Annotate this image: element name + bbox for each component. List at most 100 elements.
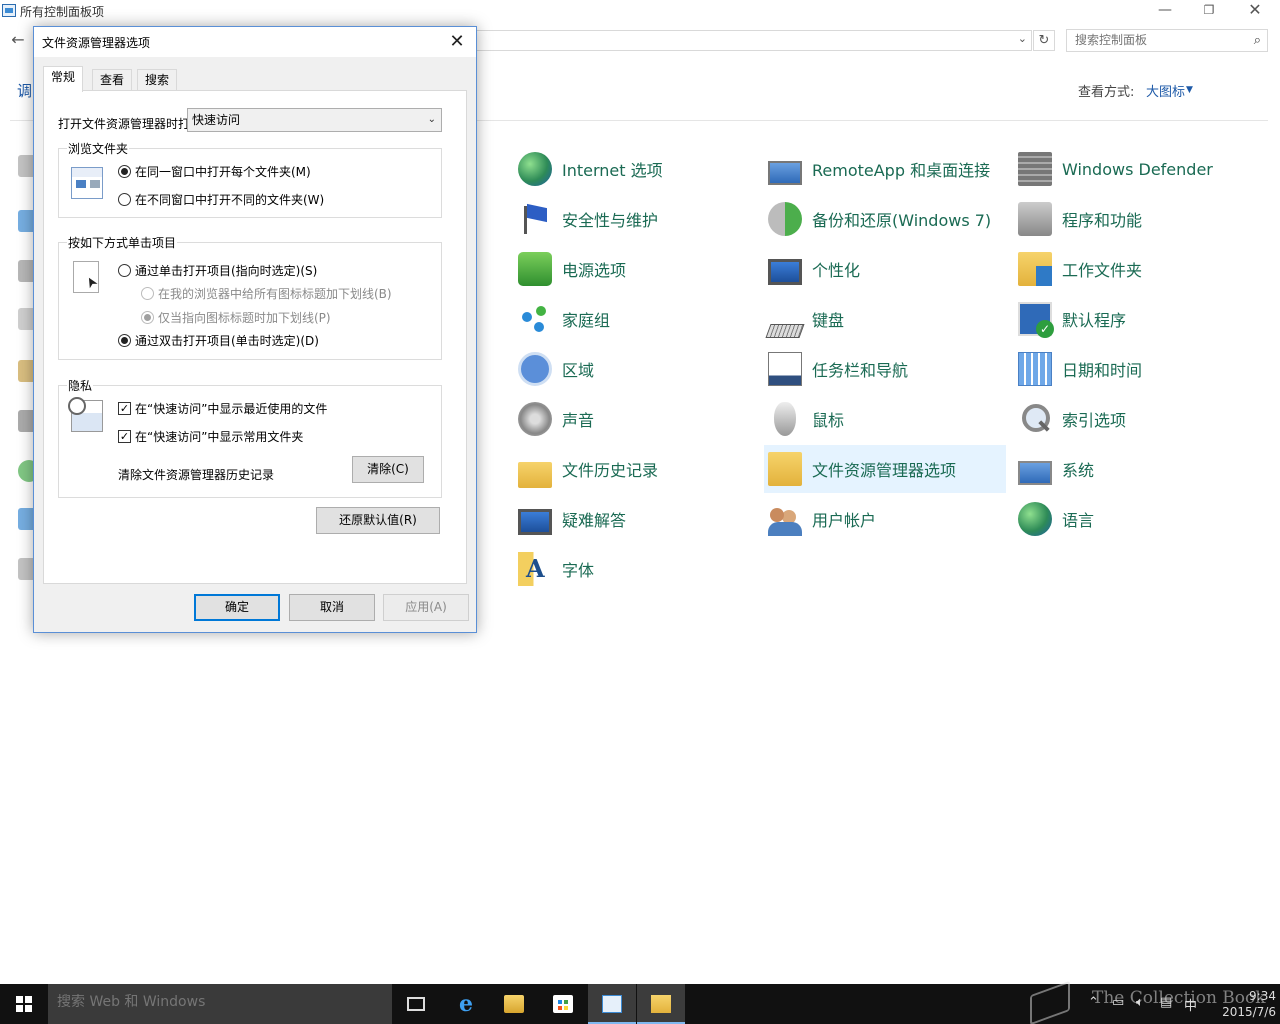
cp-item-mouse[interactable]: 鼠标 (764, 395, 1006, 443)
checkbox-show-frequent-folders[interactable]: ✓ 在“快速访问”中显示常用文件夹 (118, 428, 303, 445)
cp-item-region[interactable]: 区域 (514, 345, 756, 393)
cp-item-label: RemoteApp 和桌面连接 (812, 161, 991, 180)
control-panel-search[interactable]: ⌕ (1066, 29, 1268, 52)
group-title: 隐私 (67, 377, 94, 394)
personalization-icon (768, 259, 802, 285)
close-icon[interactable]: ✕ (444, 30, 470, 54)
caret-down-icon[interactable]: ▼ (1186, 81, 1193, 99)
clear-history-button[interactable]: 清除(C) (352, 456, 424, 483)
tab-view[interactable]: 查看 (92, 69, 133, 91)
radio-new-window[interactable]: 在不同窗口中打开不同的文件夹(W) (118, 191, 324, 208)
cp-item-remoteapp[interactable]: RemoteApp 和桌面连接 (764, 145, 1006, 193)
address-bar[interactable]: ⌄ (476, 30, 1032, 51)
radio-underline-always[interactable]: 在我的浏览器中给所有图标标题加下划线(B) (141, 285, 392, 302)
view-by-dropdown[interactable]: 大图标 (1146, 81, 1185, 100)
mouse-icon (774, 402, 796, 436)
tab-general[interactable]: 常规 (43, 66, 84, 92)
cp-item-label: 默认程序 (1062, 311, 1127, 330)
checkbox-label: 在“快速访问”中显示最近使用的文件 (135, 402, 328, 416)
store-taskbar-button[interactable] (539, 984, 587, 1024)
folder-options-taskbar-button[interactable] (637, 984, 685, 1024)
radio-button[interactable] (118, 165, 131, 178)
cp-item-backup-restore[interactable]: 备份和还原(Windows 7) (764, 195, 1006, 243)
back-arrow-icon[interactable]: ← (8, 30, 28, 50)
cp-item-power-options[interactable]: 电源选项 (514, 245, 756, 293)
cp-item-file-explorer-options[interactable]: 文件资源管理器选项 (764, 445, 1006, 493)
apply-button[interactable]: 应用(A) (383, 594, 469, 621)
homegroup-icon (518, 302, 552, 336)
tab-search[interactable]: 搜索 (137, 69, 178, 91)
cp-item-label: 文件历史记录 (562, 461, 659, 480)
cp-item-homegroup[interactable]: 家庭组 (514, 295, 756, 343)
general-tab-panel: 打开文件资源管理器时打 快速访问 ⌄ 浏览文件夹 在同一窗口中打开每个文件夹(M… (43, 90, 467, 584)
folder-window-icon (71, 167, 103, 199)
radio-double-click[interactable]: 通过双击打开项目(单击时选定)(D) (118, 332, 319, 349)
checkbox[interactable]: ✓ (118, 430, 131, 443)
ok-button[interactable]: 确定 (194, 594, 280, 621)
taskbar-search-box[interactable] (48, 984, 392, 1024)
chevron-down-icon[interactable]: ⌄ (428, 109, 436, 131)
radio-label: 在同一窗口中打开每个文件夹(M) (135, 165, 311, 179)
cp-item-sound[interactable]: 声音 (514, 395, 756, 443)
task-view-button[interactable] (392, 984, 440, 1024)
cp-item-indexing-options[interactable]: 索引选项 (1014, 395, 1256, 443)
cp-item-file-history[interactable]: 文件历史记录 (514, 445, 756, 493)
action-center-icon[interactable]: ▤ (1160, 995, 1172, 1010)
cp-item-user-accounts[interactable]: 用户帐户 (764, 495, 1006, 543)
calendar-icon (1018, 352, 1052, 386)
cp-item-default-programs[interactable]: 默认程序 (1014, 295, 1256, 343)
chevron-down-icon[interactable]: ⌄ (1018, 32, 1027, 45)
cp-item-troubleshooting[interactable]: 疑难解答 (514, 495, 756, 543)
cp-item-windows-defender[interactable]: Windows Defender (1014, 145, 1256, 193)
cp-item-label: 工作文件夹 (1062, 261, 1143, 280)
cp-item-system[interactable]: 系统 (1014, 445, 1256, 493)
clock[interactable]: 9:34 2015/7/6 (1204, 988, 1276, 1020)
radio-label: 在我的浏览器中给所有图标标题加下划线(B) (158, 287, 392, 301)
edge-taskbar-button[interactable]: e (442, 984, 490, 1024)
control-panel-taskbar-button[interactable] (588, 984, 636, 1024)
cp-item-date-time[interactable]: 日期和时间 (1014, 345, 1256, 393)
volume-icon[interactable]: 🔈︎ (1136, 995, 1144, 1010)
close-icon[interactable]: ✕ (1232, 0, 1278, 22)
clear-history-label: 清除文件资源管理器历史记录 (118, 468, 275, 482)
control-panel-search-input[interactable] (1075, 33, 1245, 47)
radio-button[interactable] (118, 334, 131, 347)
remote-desktop-icon (768, 161, 802, 185)
ime-indicator[interactable]: 中 (1184, 995, 1197, 1014)
taskbar-search-input[interactable] (57, 994, 377, 1010)
cp-item-label: 疑难解答 (562, 511, 627, 530)
cp-item-internet-options[interactable]: Internet 选项 (514, 145, 756, 193)
radio-same-window[interactable]: 在同一窗口中打开每个文件夹(M) (118, 163, 311, 180)
cp-item-personalization[interactable]: 个性化 (764, 245, 1006, 293)
clock-time: 9:34 (1249, 989, 1276, 1003)
cp-item-taskbar-navigation[interactable]: 任务栏和导航 (764, 345, 1006, 393)
radio-button[interactable] (118, 193, 131, 206)
network-icon[interactable]: ▭ (1112, 995, 1124, 1010)
open-explorer-to-select[interactable]: 快速访问 ⌄ (187, 108, 442, 132)
radio-button[interactable] (118, 264, 131, 277)
checkbox[interactable]: ✓ (118, 402, 131, 415)
cp-item-keyboard[interactable]: 键盘 (764, 295, 1006, 343)
checkbox-show-recent-files[interactable]: ✓ 在“快速访问”中显示最近使用的文件 (118, 400, 327, 417)
restore-icon[interactable]: ❐ (1186, 0, 1232, 22)
browse-folders-group: 浏览文件夹 在同一窗口中打开每个文件夹(M) 在不同窗口中打开不同的文件夹(W) (58, 140, 442, 218)
chevron-up-icon[interactable]: ⌃ (1088, 995, 1099, 1010)
search-icon[interactable]: ⌕ (1254, 33, 1261, 48)
cp-item-security-maintenance[interactable]: 安全性与维护 (514, 195, 756, 243)
cp-item-fonts[interactable]: 字体 (514, 545, 756, 593)
radio-button[interactable] (141, 311, 154, 324)
cp-item-language[interactable]: 语言 (1014, 495, 1256, 543)
file-explorer-taskbar-button[interactable] (490, 984, 538, 1024)
minimize-icon[interactable]: — (1142, 0, 1188, 22)
cp-item-work-folders[interactable]: 工作文件夹 (1014, 245, 1256, 293)
cp-item-label: 鼠标 (812, 411, 845, 430)
folder-options-icon (768, 452, 802, 486)
radio-underline-hover[interactable]: 仅当指向图标标题时加下划线(P) (141, 309, 331, 326)
radio-single-click[interactable]: 通过单击打开项目(指向时选定)(S) (118, 262, 317, 279)
restore-defaults-button[interactable]: 还原默认值(R) (316, 507, 440, 534)
start-button[interactable] (0, 984, 48, 1024)
cp-item-programs-features[interactable]: 程序和功能 (1014, 195, 1256, 243)
radio-button[interactable] (141, 287, 154, 300)
cancel-button[interactable]: 取消 (289, 594, 375, 621)
refresh-icon[interactable]: ↻ (1033, 30, 1055, 51)
